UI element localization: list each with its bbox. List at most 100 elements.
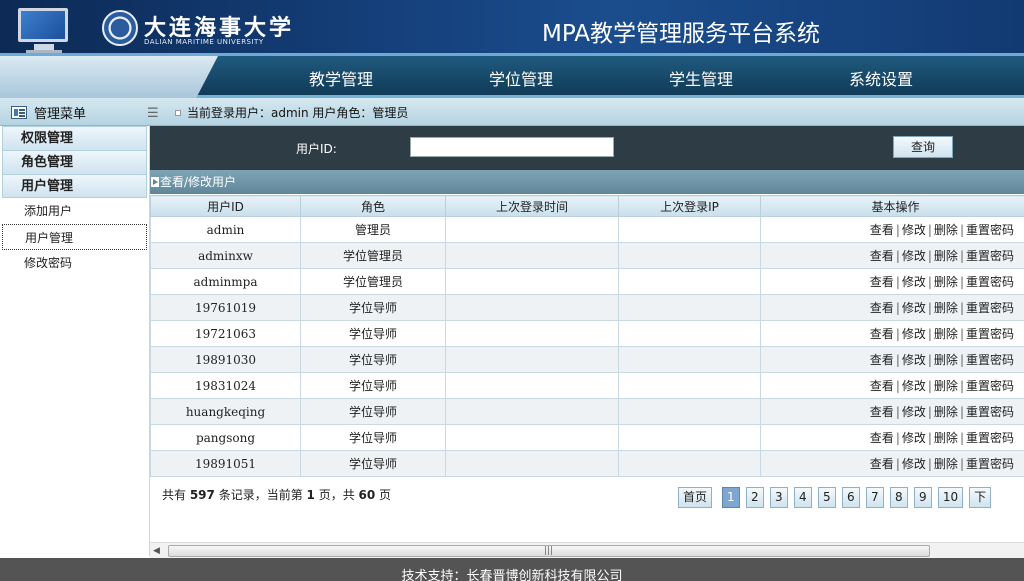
separator: | (895, 223, 900, 237)
user-id-input[interactable] (410, 137, 614, 157)
reset-password-link[interactable]: 重置密码 (966, 301, 1014, 315)
main-content: 用户ID: 查询 查看/修改用户 用户ID 角色 上次登录时间 上次登录IP 基… (150, 126, 1024, 556)
view-link[interactable]: 查看 (870, 223, 894, 237)
reset-password-link[interactable]: 重置密码 (966, 275, 1014, 289)
view-link[interactable]: 查看 (870, 431, 894, 445)
cell-role: 学位导师 (300, 398, 446, 425)
reset-password-link[interactable]: 重置密码 (966, 405, 1014, 419)
cell-last-login-ip (618, 450, 761, 477)
table-row: pangsong 学位导师 查看 | 修改 | 删除 | 重置密码 (150, 424, 1024, 451)
cell-role: 学位导师 (300, 320, 446, 347)
page-button[interactable]: 6 (841, 487, 860, 508)
page-button[interactable]: 7 (865, 487, 884, 508)
scroll-left-icon[interactable]: ◀ (153, 546, 160, 556)
page-button[interactable]: 2 (745, 487, 764, 508)
page-button[interactable]: 4 (793, 487, 812, 508)
edit-link[interactable]: 修改 (902, 275, 926, 289)
delete-link[interactable]: 删除 (934, 379, 958, 393)
delete-link[interactable]: 删除 (934, 327, 958, 341)
edit-link[interactable]: 修改 (902, 353, 926, 367)
cell-last-login-ip (618, 294, 761, 321)
delete-link[interactable]: 删除 (934, 301, 958, 315)
reset-password-link[interactable]: 重置密码 (966, 353, 1014, 367)
reset-password-link[interactable]: 重置密码 (966, 431, 1014, 445)
nav-settings[interactable]: 系统设置 (849, 66, 913, 90)
delete-link[interactable]: 删除 (934, 249, 958, 263)
page-button[interactable]: 5 (817, 487, 836, 508)
edit-link[interactable]: 修改 (902, 249, 926, 263)
cell-last-login-time (445, 398, 619, 425)
cell-last-login-ip (618, 320, 761, 347)
reset-password-link[interactable]: 重置密码 (966, 379, 1014, 393)
page-button[interactable]: 10 (937, 487, 964, 508)
cell-last-login-ip (618, 424, 761, 451)
reset-password-link[interactable]: 重置密码 (966, 457, 1014, 471)
edit-link[interactable]: 修改 (902, 405, 926, 419)
delete-link[interactable]: 删除 (934, 353, 958, 367)
view-link[interactable]: 查看 (870, 275, 894, 289)
next-page-button[interactable]: 下 (969, 487, 992, 508)
page-button[interactable]: 1 (721, 487, 740, 508)
sidebar-group-permissions[interactable]: 权限管理 (2, 126, 147, 150)
cell-role: 学位管理员 (300, 268, 446, 295)
sidebar-group-roles[interactable]: 角色管理 (2, 150, 147, 174)
separator: | (895, 457, 900, 471)
delete-link[interactable]: 删除 (934, 223, 958, 237)
page-button[interactable]: 9 (913, 487, 932, 508)
separator: | (927, 353, 932, 367)
table-row: 19721063 学位导师 查看 | 修改 | 删除 | 重置密码 (150, 320, 1024, 347)
page-button[interactable]: 3 (769, 487, 788, 508)
col-role: 角色 (300, 195, 446, 217)
view-link[interactable]: 查看 (870, 249, 894, 263)
collapse-menu-icon[interactable]: ☰ (147, 106, 159, 121)
cell-role: 管理员 (300, 216, 446, 243)
sidebar-link-add-user[interactable]: 添加用户 (2, 198, 147, 224)
reset-password-link[interactable]: 重置密码 (966, 327, 1014, 341)
header-banner: 大连海事大学 DALIAN MARITIME UNIVERSITY MPA教学管… (0, 0, 1024, 56)
edit-link[interactable]: 修改 (902, 431, 926, 445)
nav-decor (0, 56, 218, 98)
separator: | (895, 405, 900, 419)
horizontal-scrollbar[interactable]: ◀ ||| (150, 542, 1024, 558)
edit-link[interactable]: 修改 (902, 223, 926, 237)
edit-link[interactable]: 修改 (902, 327, 926, 341)
first-page-button[interactable]: 首页 (678, 487, 713, 508)
query-button[interactable]: 查询 (893, 136, 953, 158)
separator: | (927, 249, 932, 263)
view-link[interactable]: 查看 (870, 301, 894, 315)
reset-password-link[interactable]: 重置密码 (966, 249, 1014, 263)
delete-link[interactable]: 删除 (934, 457, 958, 471)
edit-link[interactable]: 修改 (902, 457, 926, 471)
edit-link[interactable]: 修改 (902, 379, 926, 393)
view-link[interactable]: 查看 (870, 457, 894, 471)
scrollbar-thumb[interactable]: ||| (168, 545, 930, 557)
cell-actions: 查看 | 修改 | 删除 | 重置密码 (760, 346, 1024, 373)
separator: | (959, 353, 964, 367)
cell-last-login-ip (618, 268, 761, 295)
nav-teaching[interactable]: 教学管理 (309, 66, 373, 90)
sidebar-link-change-password[interactable]: 修改密码 (2, 250, 147, 276)
delete-link[interactable]: 删除 (934, 431, 958, 445)
view-link[interactable]: 查看 (870, 405, 894, 419)
col-last-login-time: 上次登录时间 (445, 195, 619, 217)
reset-password-link[interactable]: 重置密码 (966, 223, 1014, 237)
sidebar-group-users[interactable]: 用户管理 (2, 174, 147, 198)
page-button[interactable]: 8 (889, 487, 908, 508)
cell-last-login-ip (618, 372, 761, 399)
delete-link[interactable]: 删除 (934, 405, 958, 419)
view-link[interactable]: 查看 (870, 353, 894, 367)
table-row: adminmpa 学位管理员 查看 | 修改 | 删除 | 重置密码 (150, 268, 1024, 295)
pageinfo-prefix: 共有 (162, 488, 190, 502)
separator: | (895, 379, 900, 393)
cell-last-login-ip (618, 398, 761, 425)
view-link[interactable]: 查看 (870, 379, 894, 393)
nav-degree[interactable]: 学位管理 (489, 66, 553, 90)
col-actions: 基本操作 (760, 195, 1024, 217)
separator: | (927, 301, 932, 315)
view-link[interactable]: 查看 (870, 327, 894, 341)
nav-students[interactable]: 学生管理 (669, 66, 733, 90)
sidebar-link-user-management[interactable]: 用户管理 (2, 224, 147, 250)
table-row: 19891051 学位导师 查看 | 修改 | 删除 | 重置密码 (150, 450, 1024, 477)
delete-link[interactable]: 删除 (934, 275, 958, 289)
edit-link[interactable]: 修改 (902, 301, 926, 315)
